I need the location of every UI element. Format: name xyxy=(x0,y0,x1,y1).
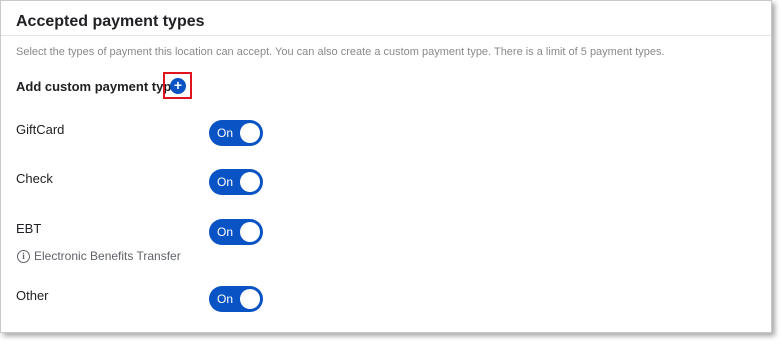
toggle-giftcard[interactable]: On xyxy=(209,120,263,146)
add-custom-payment-type-label: Add custom payment type xyxy=(16,79,179,94)
toggle-state-label: On xyxy=(217,225,234,239)
toggle-knob xyxy=(240,222,260,242)
section-title: Accepted payment types xyxy=(16,13,205,30)
payment-type-label-ebt: EBT xyxy=(16,221,42,236)
toggle-state-label: On xyxy=(217,126,234,140)
ebt-hint-text: Electronic Benefits Transfer xyxy=(34,249,181,263)
toggle-knob xyxy=(240,289,260,309)
payment-type-label-other: Other xyxy=(16,288,49,303)
add-custom-payment-type-button[interactable]: + xyxy=(170,78,186,94)
toggle-other[interactable]: On xyxy=(209,286,263,312)
title-divider xyxy=(1,35,771,36)
toggle-knob xyxy=(240,172,260,192)
payment-type-label-giftcard: GiftCard xyxy=(16,122,65,137)
payment-type-label-check: Check xyxy=(16,171,53,186)
ebt-hint: i Electronic Benefits Transfer xyxy=(17,249,181,263)
toggle-state-label: On xyxy=(217,175,234,189)
toggle-knob xyxy=(240,123,260,143)
plus-icon: + xyxy=(173,77,183,93)
toggle-check[interactable]: On xyxy=(209,169,263,195)
toggle-state-label: On xyxy=(217,292,234,306)
info-icon: i xyxy=(17,249,30,263)
toggle-ebt[interactable]: On xyxy=(209,219,263,245)
accepted-payment-types-panel: Accepted payment types Select the types … xyxy=(0,0,772,333)
section-description: Select the types of payment this locatio… xyxy=(16,46,665,58)
